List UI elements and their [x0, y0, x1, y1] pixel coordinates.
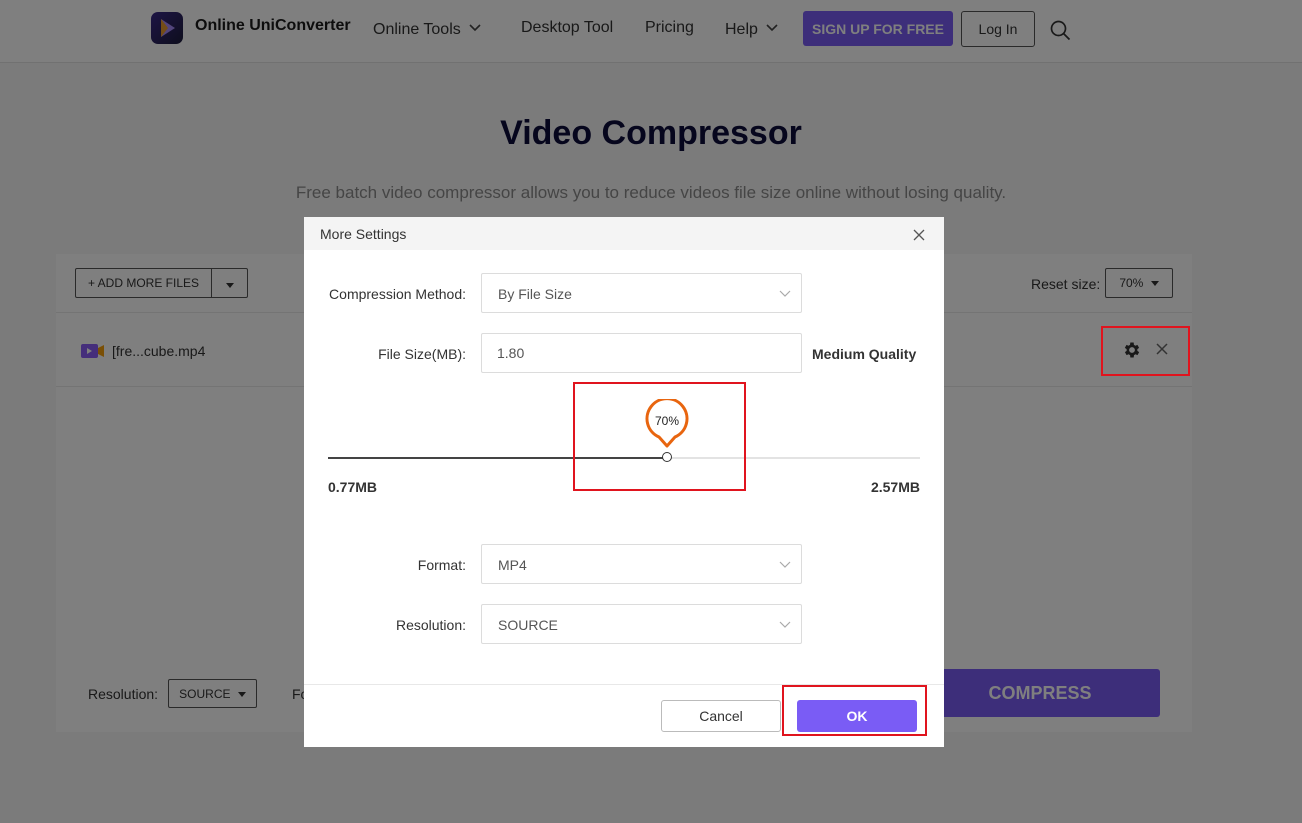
file-size-input[interactable]	[481, 333, 802, 373]
chevron-down-icon	[779, 621, 791, 628]
resolution-label: Resolution:	[395, 617, 466, 633]
compression-method-label: Compression Method:	[329, 286, 466, 302]
cancel-button[interactable]: Cancel	[661, 700, 781, 732]
quality-label: Medium Quality	[812, 346, 917, 362]
dialog-title: More Settings	[320, 226, 407, 242]
close-icon[interactable]	[913, 228, 925, 246]
compression-method-value: By File Size	[498, 286, 572, 302]
format-select[interactable]: MP4	[481, 544, 802, 584]
highlight-box	[782, 685, 927, 736]
dialog-header: More Settings	[304, 217, 944, 250]
highlight-box	[1101, 326, 1190, 376]
chevron-down-icon	[779, 290, 791, 297]
file-size-label: File Size(MB):	[378, 346, 466, 362]
highlight-box	[573, 382, 746, 491]
slider-max-label: 2.57MB	[870, 479, 920, 495]
compression-method-select[interactable]: By File Size	[481, 273, 802, 313]
format-value: MP4	[498, 557, 527, 573]
resolution-select[interactable]: SOURCE	[481, 604, 802, 644]
chevron-down-icon	[779, 561, 791, 568]
resolution-value: SOURCE	[498, 617, 558, 633]
format-label: Format:	[417, 557, 466, 573]
slider-min-label: 0.77MB	[328, 479, 378, 495]
